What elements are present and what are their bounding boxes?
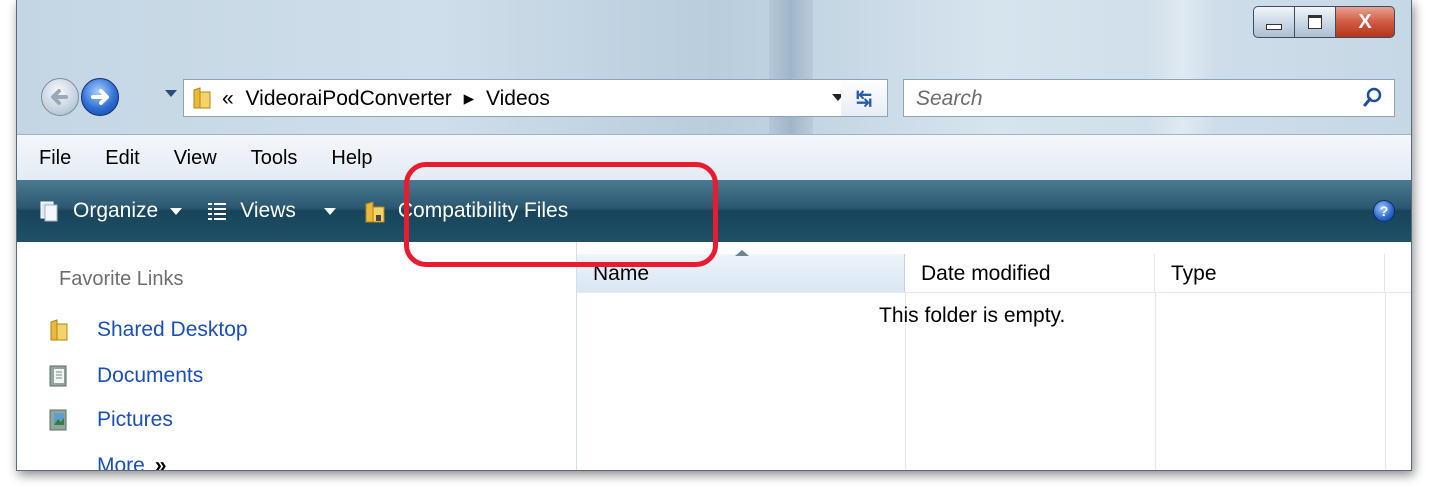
favorite-links-title: Favorite Links [59,268,184,290]
favorite-link-documents[interactable]: Documents [49,364,203,388]
back-button[interactable] [41,78,79,116]
menu-file[interactable]: File [17,147,88,170]
favorite-link-label: Shared Desktop [97,318,248,341]
breadcrumb-overflow[interactable]: « [222,87,234,110]
refresh-icon: ↹ [855,86,873,110]
window-frame: X « VideoraiPodConverter ▸ Videos ↹ Sear… [17,0,1411,134]
maximize-button[interactable] [1294,6,1335,38]
column-header-date-modified[interactable]: Date modified [905,254,1155,292]
more-chevron-icon: » [154,454,167,471]
folder-icon [192,86,212,110]
menu-view[interactable]: View [157,147,234,170]
more-link[interactable]: More » [97,454,167,471]
folder-icon [49,318,69,342]
breadcrumb-item[interactable]: VideoraiPodConverter [246,87,452,110]
breadcrumb-item[interactable]: Videos [486,87,550,110]
sort-ascending-icon [735,250,749,256]
address-bar[interactable]: « VideoraiPodConverter ▸ Videos [183,79,859,117]
column-header-type[interactable]: Type [1155,254,1385,292]
search-placeholder: Search [916,87,983,110]
empty-folder-message: This folder is empty. [879,304,1066,327]
refresh-button[interactable]: ↹ [841,79,888,117]
organize-icon [39,200,61,222]
organize-dropdown-icon [170,207,183,215]
views-icon [206,200,228,222]
navigation-pane: Favorite Links Shared Desktop Documents … [17,242,577,471]
favorite-link-label: Documents [97,364,204,387]
forward-button[interactable] [81,78,119,116]
documents-icon [49,364,69,388]
help-icon[interactable]: ? [1373,200,1395,222]
views-label: Views [240,199,296,222]
back-arrow-icon [51,89,68,105]
menu-tools[interactable]: Tools [234,147,315,170]
recent-pages-dropdown[interactable] [165,90,177,97]
menu-edit[interactable]: Edit [88,147,156,170]
file-list-pane: Name Date modified Type This folder is e… [577,242,1411,470]
organize-button[interactable]: Organize [39,199,183,223]
views-dropdown-icon [323,207,336,215]
breadcrumb-separator[interactable]: ▸ [464,87,475,110]
menu-help[interactable]: Help [314,147,389,170]
compatibility-folder-icon [364,200,386,223]
minimize-button[interactable] [1253,6,1294,38]
column-divider [1155,292,1156,470]
more-label: More [97,454,145,471]
column-header-label: Date modified [921,262,1051,285]
views-button[interactable]: Views [206,199,336,223]
organize-label: Organize [73,199,159,222]
favorite-link-shared-desktop[interactable]: Shared Desktop [49,318,248,342]
favorite-link-label: Pictures [97,408,173,431]
column-divider [1385,292,1386,470]
close-icon: X [1358,11,1372,33]
search-input[interactable]: Search [903,79,1395,117]
column-header-label: Type [1171,262,1217,285]
search-icon[interactable] [1362,86,1384,108]
window-controls: X [1253,6,1395,38]
forward-arrow-icon [91,89,109,105]
maximize-icon [1308,15,1322,29]
close-button[interactable]: X [1335,6,1395,38]
pictures-icon [49,408,69,432]
favorite-link-pictures[interactable]: Pictures [49,408,173,432]
annotation-highlight [404,162,718,267]
breadcrumb: « VideoraiPodConverter ▸ Videos [222,86,556,111]
minimize-icon [1266,24,1282,30]
